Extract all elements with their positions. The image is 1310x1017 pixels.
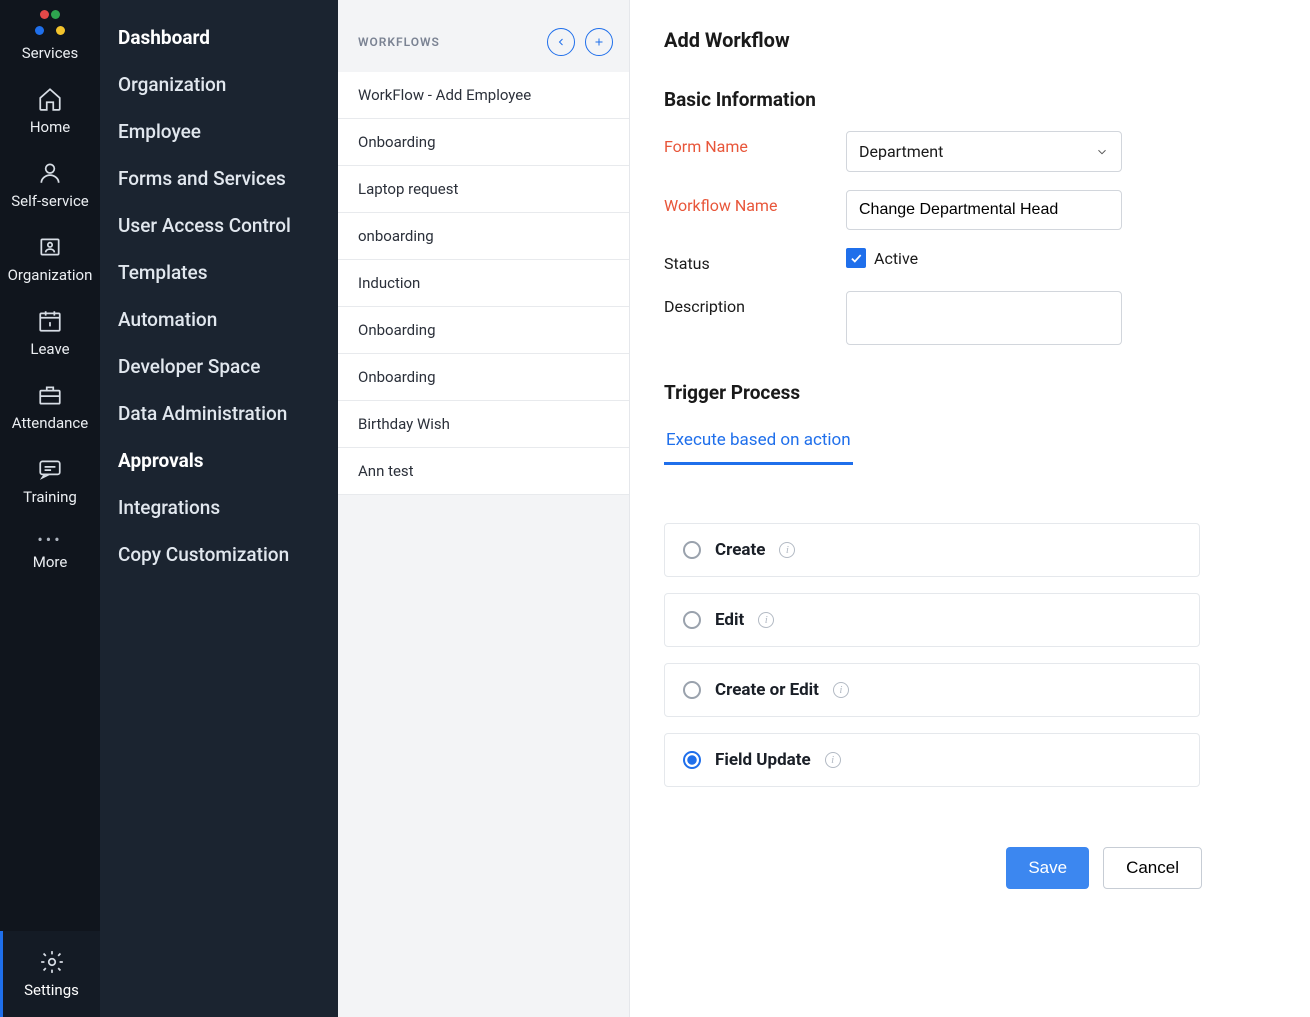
org-icon <box>37 234 63 260</box>
rail-item-training[interactable]: Training <box>0 442 100 516</box>
add-workflow-button[interactable] <box>585 28 613 56</box>
info-icon[interactable]: i <box>779 542 795 558</box>
form-name-select[interactable]: Department <box>846 131 1122 172</box>
nav-item-dashboard[interactable]: Dashboard <box>100 14 338 61</box>
trigger-option-field-update[interactable]: Field Update i <box>664 733 1200 787</box>
radio-icon <box>683 541 701 559</box>
dots-icon: ••• <box>0 530 100 549</box>
trigger-option-create-edit[interactable]: Create or Edit i <box>664 663 1200 717</box>
trigger-label: Field Update <box>715 750 811 770</box>
info-icon[interactable]: i <box>825 752 841 768</box>
chevron-left-icon <box>555 36 567 48</box>
nav-item-copy-customization[interactable]: Copy Customization <box>100 531 338 578</box>
form-name-label: Form Name <box>664 131 846 156</box>
nav-item-developer-space[interactable]: Developer Space <box>100 343 338 390</box>
settings-nav: Dashboard Organization Employee Forms an… <box>100 0 338 1017</box>
trigger-option-create[interactable]: Create i <box>664 523 1200 577</box>
workflow-list-panel: WORKFLOWS WorkFlow - Add Employee Onboar… <box>338 0 630 1017</box>
home-icon <box>37 86 63 112</box>
description-textarea[interactable] <box>846 291 1122 345</box>
check-icon <box>849 251 863 265</box>
tab-execute-action[interactable]: Execute based on action <box>664 424 853 465</box>
nav-item-employee[interactable]: Employee <box>100 108 338 155</box>
chat-icon <box>37 456 63 482</box>
trigger-label: Create or Edit <box>715 680 819 700</box>
rail-item-self-service[interactable]: Self-service <box>0 146 100 220</box>
nav-item-data-admin[interactable]: Data Administration <box>100 390 338 437</box>
rail-label: Settings <box>24 981 79 999</box>
rail-label: Attendance <box>12 414 88 432</box>
plus-icon <box>593 36 605 48</box>
rail-label: Self-service <box>11 192 89 210</box>
description-label: Description <box>664 291 846 316</box>
chevron-down-icon <box>1095 145 1109 159</box>
nav-item-user-access[interactable]: User Access Control <box>100 202 338 249</box>
rail-item-leave[interactable]: Leave <box>0 294 100 368</box>
workflow-name-input[interactable] <box>846 190 1122 230</box>
rail-label: Organization <box>8 266 93 284</box>
brand-logo <box>35 10 65 40</box>
nav-item-approvals[interactable]: Approvals <box>100 437 338 484</box>
nav-item-templates[interactable]: Templates <box>100 249 338 296</box>
workflow-list-item[interactable]: Onboarding <box>338 307 629 354</box>
main-content: Add Workflow Basic Information Form Name… <box>630 0 1310 1017</box>
rail-label: More <box>33 553 68 571</box>
info-icon[interactable]: i <box>833 682 849 698</box>
rail-label: Home <box>30 118 70 136</box>
radio-icon <box>683 751 701 769</box>
workflow-list-item[interactable]: Laptop request <box>338 166 629 213</box>
workflow-list-item[interactable]: Onboarding <box>338 119 629 166</box>
trigger-heading: Trigger Process <box>664 381 1310 404</box>
rail-label: Training <box>23 488 77 506</box>
status-label: Status <box>664 248 846 273</box>
basic-info-heading: Basic Information <box>664 88 1310 111</box>
calendar-icon <box>37 308 63 334</box>
briefcase-icon <box>37 382 63 408</box>
rail-label: Leave <box>30 340 69 358</box>
rail-item-home[interactable]: Home <box>0 72 100 146</box>
workflow-list-item[interactable]: Onboarding <box>338 354 629 401</box>
radio-icon <box>683 611 701 629</box>
info-icon[interactable]: i <box>758 612 774 628</box>
radio-icon <box>683 681 701 699</box>
rail-item-services[interactable]: Services <box>0 44 100 72</box>
workflow-list-header: WORKFLOWS <box>338 0 629 72</box>
workflow-list-item[interactable]: Ann test <box>338 448 629 495</box>
gear-icon <box>39 949 65 975</box>
rail-label: Services <box>22 44 79 62</box>
workflow-list-item[interactable]: onboarding <box>338 213 629 260</box>
nav-item-organization[interactable]: Organization <box>100 61 338 108</box>
trigger-label: Edit <box>715 610 744 630</box>
nav-item-automation[interactable]: Automation <box>100 296 338 343</box>
workflow-list-item[interactable]: Induction <box>338 260 629 307</box>
back-button[interactable] <box>547 28 575 56</box>
form-name-value: Department <box>859 142 943 161</box>
workflow-name-label: Workflow Name <box>664 190 846 215</box>
left-rail: Services Home Self-service Organization … <box>0 0 100 1017</box>
cancel-button[interactable]: Cancel <box>1103 847 1202 889</box>
trigger-label: Create <box>715 540 765 560</box>
save-button[interactable]: Save <box>1006 847 1089 889</box>
active-checkbox[interactable] <box>846 248 866 268</box>
workflow-list-title: WORKFLOWS <box>358 35 440 49</box>
rail-item-settings[interactable]: Settings <box>0 931 100 1017</box>
workflow-list-item[interactable]: Birthday Wish <box>338 401 629 448</box>
rail-item-attendance[interactable]: Attendance <box>0 368 100 442</box>
page-title: Add Workflow <box>664 28 1310 52</box>
trigger-option-edit[interactable]: Edit i <box>664 593 1200 647</box>
person-icon <box>37 160 63 186</box>
nav-item-forms-services[interactable]: Forms and Services <box>100 155 338 202</box>
nav-item-integrations[interactable]: Integrations <box>100 484 338 531</box>
active-label: Active <box>874 249 918 268</box>
rail-item-organization[interactable]: Organization <box>0 220 100 294</box>
workflow-list-item[interactable]: WorkFlow - Add Employee <box>338 72 629 119</box>
rail-item-more[interactable]: ••• More <box>0 516 100 581</box>
